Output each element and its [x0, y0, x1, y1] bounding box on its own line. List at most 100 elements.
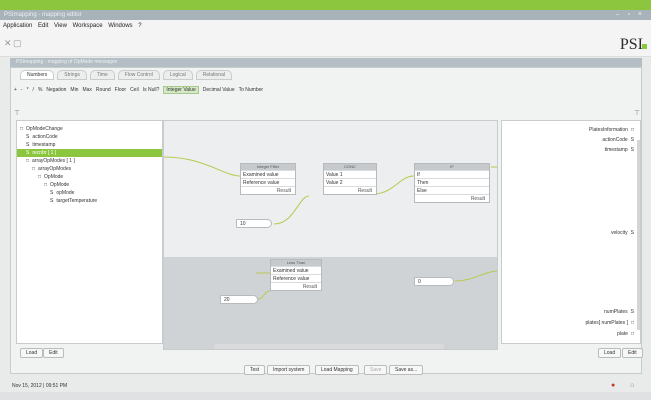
node-input-else[interactable]: Else [415, 186, 489, 194]
tab-strings[interactable]: Strings [57, 70, 87, 80]
tree-node[interactable]: □ arrayOpModes [17, 165, 162, 173]
tree-node[interactable]: □ OpModeChange [17, 125, 162, 133]
right-edit-button[interactable]: Edit [622, 348, 643, 358]
node-result[interactable]: Result [241, 186, 295, 194]
left-edit-button[interactable]: Edit [43, 348, 64, 358]
tree-node[interactable]: □ arrayOpModes [ 1 ] [17, 157, 162, 165]
node-input-reference[interactable]: Reference value [241, 178, 295, 186]
pin-icon[interactable]: ⊤ [634, 109, 640, 117]
function-item[interactable]: Integer Value [163, 86, 199, 94]
tree-node[interactable]: Stimestamp [17, 141, 162, 149]
tree-node-label: recnbr [ 1 ] [32, 150, 57, 156]
tree-node[interactable]: PlatesInformation □ [502, 125, 640, 135]
import-system-button[interactable]: Import system [267, 365, 311, 375]
field-icon: S [26, 142, 30, 148]
function-item[interactable]: + [14, 87, 17, 93]
folder-icon: □ [630, 127, 634, 133]
function-item[interactable]: Round [96, 87, 111, 93]
pin-icon[interactable]: ⊤ [14, 109, 20, 117]
tree-node[interactable]: SopMode [17, 189, 162, 197]
node-integer-filter[interactable]: Integer Filter Examined value Reference … [240, 163, 296, 195]
tree-node[interactable]: SactionCode [17, 133, 162, 141]
tab-numbers[interactable]: Numbers [20, 70, 55, 80]
tab-time[interactable]: Time [89, 70, 115, 80]
tab-flow-control[interactable]: Flow Control [117, 70, 160, 80]
tree-node-label: timestamp [604, 147, 628, 153]
function-item[interactable]: To Number [239, 87, 263, 93]
tree-node[interactable]: timestamp S [502, 145, 640, 155]
folder-icon: □ [630, 331, 634, 337]
close-icon[interactable]: ✕ [4, 38, 12, 49]
function-item[interactable]: - [21, 87, 23, 93]
alert-icon[interactable]: ● [611, 381, 615, 391]
node-input-value2[interactable]: Value 2 [324, 178, 376, 186]
node-input-examined[interactable]: Examined value [271, 266, 321, 274]
function-item[interactable]: Ceil [130, 87, 139, 93]
tree-node[interactable]: numPlates S [502, 307, 640, 317]
node-input-then[interactable]: Then [415, 178, 489, 186]
horizontal-scrollbar[interactable] [214, 344, 444, 349]
function-item[interactable]: / [33, 87, 34, 93]
node-input-examined[interactable]: Examined value [241, 170, 295, 178]
menu-workspace[interactable]: Workspace [73, 23, 103, 29]
function-item[interactable]: Decimal Value [203, 87, 235, 93]
menu-application[interactable]: Application [3, 23, 32, 29]
function-item[interactable]: Max [82, 87, 91, 93]
menu-help[interactable]: ? [138, 23, 141, 29]
save-as-button[interactable]: Save as... [389, 365, 424, 375]
field-icon: S [630, 147, 634, 153]
function-item[interactable]: * [27, 87, 29, 93]
node-result[interactable]: Result [271, 282, 321, 290]
tree-node[interactable]: actionCode S [502, 135, 640, 145]
menu-view[interactable]: View [54, 23, 67, 29]
tree-node[interactable]: StargetTemperature [17, 197, 162, 205]
menu-edit[interactable]: Edit [38, 23, 48, 29]
function-item[interactable]: Negation [46, 87, 66, 93]
function-bar: + - * /% Negation Min Max Round Floor Ceil Is Null… [14, 84, 634, 96]
window-icon[interactable]: ▢ [13, 38, 22, 49]
field-icon: S [50, 198, 54, 204]
constant-node[interactable]: 20 [220, 295, 258, 304]
tree-node[interactable]: plates[ numPlates ] □ [502, 318, 640, 328]
tree-node[interactable]: velocity S [502, 228, 640, 238]
load-mapping-button[interactable]: Load Mapping [315, 365, 359, 375]
right-load-button[interactable]: Load [598, 348, 622, 358]
node-if[interactable]: IF If Then Else Result [414, 163, 490, 203]
function-item[interactable]: Floor [115, 87, 126, 93]
function-item[interactable]: Is Null? [143, 87, 160, 93]
node-result[interactable]: Result [415, 194, 489, 202]
psi-logo-accent [642, 44, 647, 49]
tree-node[interactable]: plate □ [502, 329, 640, 339]
constant-node[interactable]: 0 [414, 277, 454, 286]
window-title: PSImapping - mapping editor [4, 12, 82, 18]
node-input-if[interactable]: If [415, 170, 489, 178]
tree-node[interactable]: Srecnbr [ 1 ] [17, 149, 162, 157]
tree-node-label: timestamp [32, 142, 56, 148]
tree-node[interactable]: □ OpMode [17, 181, 162, 189]
tree-node-label: PlatesInformation [589, 127, 628, 133]
tree-node-label: numPlates [604, 309, 628, 315]
node-input-value1[interactable]: Value 1 [324, 170, 376, 178]
function-item[interactable]: % [38, 87, 42, 93]
tab-relational[interactable]: Relational [195, 70, 232, 80]
menu-windows[interactable]: Windows [108, 23, 132, 29]
node-result[interactable]: Result [324, 186, 376, 194]
window-controls[interactable]: – ▫ × [616, 10, 645, 20]
editor-titlebar: PSImapping - mapping of OpMode messages [10, 58, 642, 67]
constant-node[interactable]: 10 [236, 219, 272, 228]
node-less-than[interactable]: Less Than Examined value Reference value… [270, 259, 322, 291]
save-button[interactable]: Save [364, 365, 388, 375]
left-load-button[interactable]: Load [20, 348, 44, 358]
tab-logical[interactable]: Logical [162, 70, 193, 80]
status-datetime: Nov 15, 2012 | 09:51 PM [12, 383, 68, 389]
vertical-scrollbar[interactable] [637, 140, 640, 330]
tree-node[interactable]: □ OpMode [17, 173, 162, 181]
home-icon[interactable]: ⌂ [630, 381, 634, 391]
function-item[interactable]: Min [70, 87, 78, 93]
target-tree-panel: PlatesInformation □ actionCode Stimestamp Sv… [501, 120, 641, 344]
node-concat[interactable]: CONC Value 1 Value 2 Result [323, 163, 377, 195]
folder-icon: □ [630, 320, 634, 326]
test-button[interactable]: Test [244, 365, 266, 375]
mapping-canvas[interactable]: Integer Filter Examined value Reference … [163, 120, 498, 350]
node-input-reference[interactable]: Reference value [271, 274, 321, 282]
